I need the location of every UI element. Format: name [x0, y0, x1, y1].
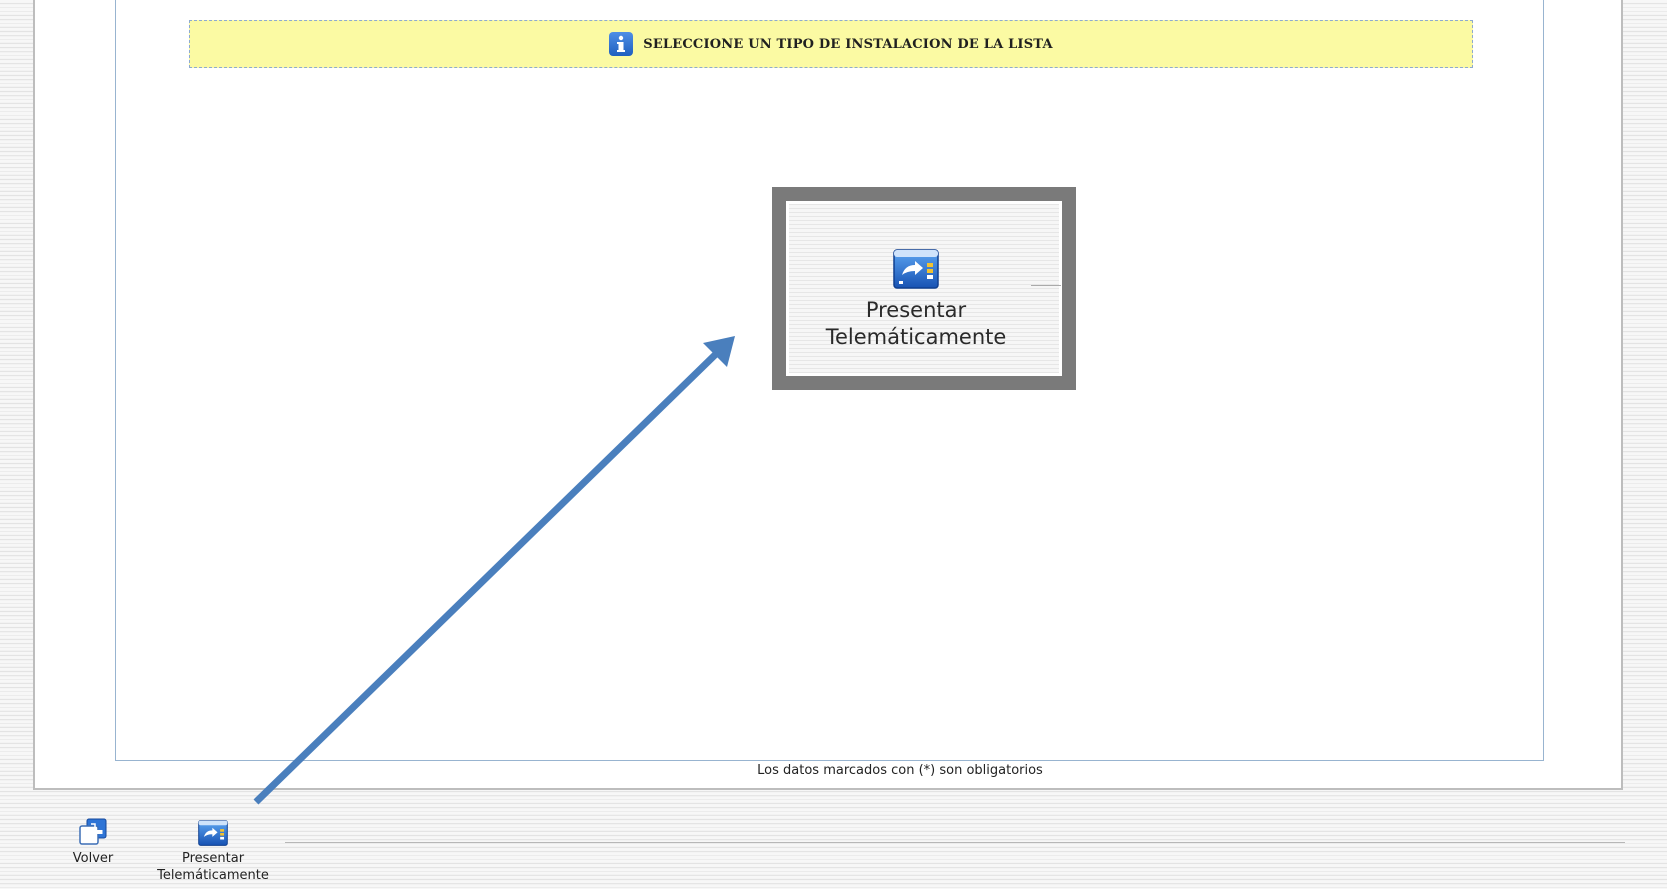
- zoom-callout: Presentar Telemáticamente: [772, 187, 1076, 390]
- present-telematic-label-line2: Telemáticamente: [157, 868, 269, 883]
- present-telematic-label-line1: Presentar: [181, 851, 245, 866]
- back-button[interactable]: Volver: [66, 818, 120, 867]
- info-icon: [609, 32, 634, 56]
- present-telematic-button[interactable]: Presentar Telemáticamente: [143, 820, 283, 884]
- zoom-present-label-line2: Telemáticamente: [825, 325, 1007, 349]
- zoom-callout-inner: Presentar Telemáticamente: [783, 198, 1065, 379]
- present-telematic-icon: [198, 820, 228, 850]
- toolbar-divider: [285, 842, 1625, 843]
- zoom-present-telematic-button[interactable]: Presentar Telemáticamente: [786, 249, 1046, 351]
- info-banner-text: SELECCIONE UN TIPO DE INSTALACION DE LA …: [643, 36, 1053, 52]
- back-arrow-icon: [78, 818, 108, 850]
- info-banner: SELECCIONE UN TIPO DE INSTALACION DE LA …: [189, 20, 1473, 68]
- zoom-present-label-line1: Presentar: [865, 298, 967, 322]
- present-telematic-icon: [893, 249, 939, 293]
- required-fields-note: Los datos marcados con (*) son obligator…: [757, 763, 1043, 778]
- back-button-label: Volver: [72, 851, 114, 866]
